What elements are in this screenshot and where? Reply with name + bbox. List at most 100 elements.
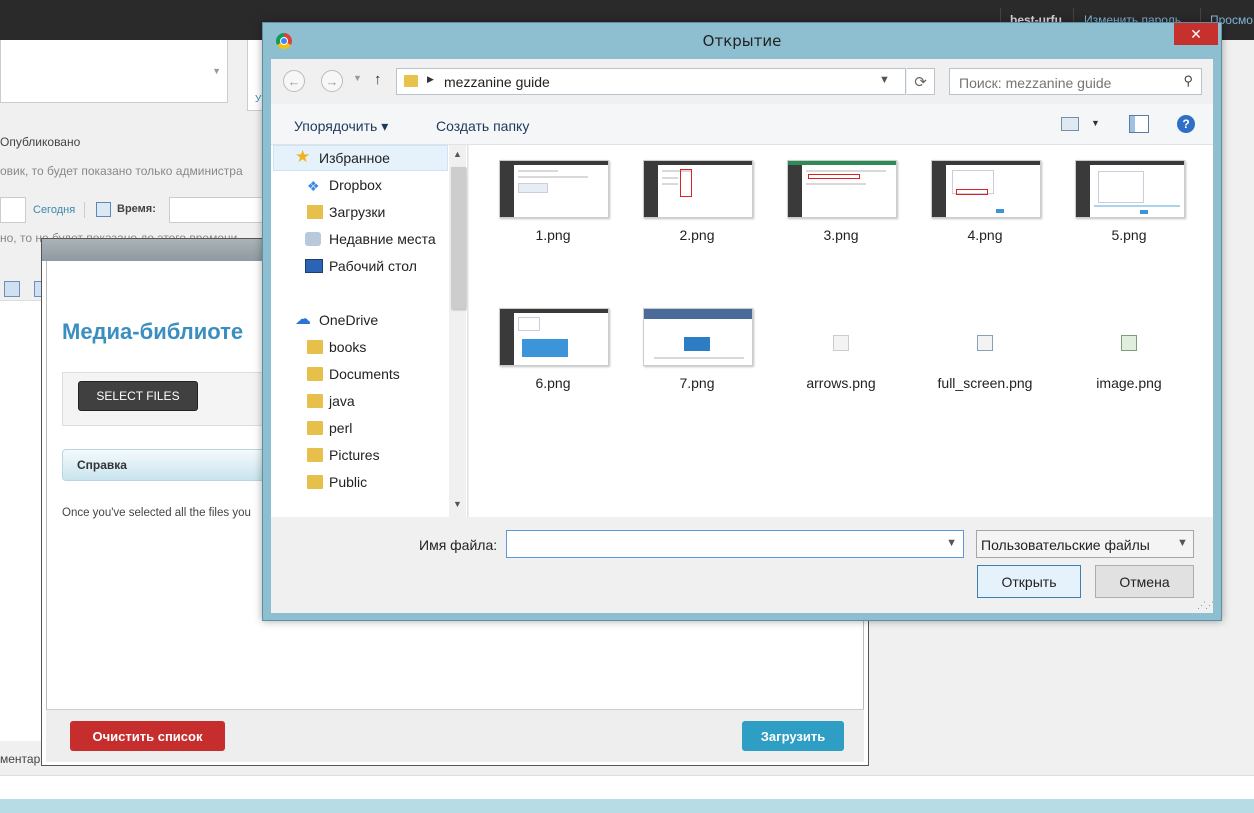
tree-item-favorites[interactable]: ★ Избранное bbox=[271, 145, 451, 172]
image-thumbnail bbox=[643, 160, 753, 218]
search-input[interactable] bbox=[950, 69, 1181, 96]
folder-icon bbox=[307, 394, 323, 408]
dropbox-icon: ❖ bbox=[307, 178, 320, 194]
filename-input[interactable] bbox=[507, 531, 941, 559]
tree-item-dropbox[interactable]: ❖ Dropbox bbox=[271, 172, 451, 199]
folder-icon bbox=[404, 75, 418, 87]
change-view-icon[interactable] bbox=[1061, 117, 1079, 131]
image-insert-icon[interactable] bbox=[4, 281, 20, 297]
tree-item-label: Documents bbox=[329, 366, 400, 382]
open-file-dialog: Открытие ✕ ← → ▼ ↑ ▶ mezzanine guide ▼ ⟳… bbox=[262, 22, 1222, 621]
address-path[interactable]: mezzanine guide bbox=[444, 74, 550, 90]
tree-item-onedrive[interactable]: ☁ OneDrive bbox=[271, 307, 451, 334]
chevron-down-icon[interactable]: ▼ bbox=[879, 74, 890, 86]
file-item[interactable]: full_screen.png bbox=[921, 293, 1049, 433]
back-arrow-icon[interactable]: ← bbox=[283, 70, 305, 92]
tree-item-pictures[interactable]: Pictures bbox=[271, 442, 451, 469]
breadcrumb-chevron-icon[interactable]: ▶ bbox=[427, 74, 434, 85]
tree-item-documents[interactable]: Documents bbox=[271, 361, 451, 388]
scroll-down-icon[interactable]: ▼ bbox=[453, 499, 462, 509]
up-arrow-icon[interactable]: ↑ bbox=[374, 71, 382, 88]
help-tab[interactable]: Справка bbox=[62, 449, 284, 481]
filetype-select[interactable]: Пользовательские файлы ▼ bbox=[976, 530, 1194, 558]
forward-arrow-icon[interactable]: → bbox=[321, 70, 343, 92]
recent-locations-icon[interactable]: ▼ bbox=[353, 73, 362, 83]
filename-combobox[interactable]: ▼ bbox=[506, 530, 964, 559]
help-icon[interactable]: ? bbox=[1177, 115, 1195, 133]
refresh-icon[interactable]: ⟳ bbox=[907, 68, 935, 95]
tree-item-label: Public bbox=[329, 474, 368, 490]
tree-item-label: java bbox=[329, 393, 355, 409]
tree-item-java[interactable]: java bbox=[271, 388, 451, 415]
calendar-icon[interactable] bbox=[96, 202, 111, 217]
tree-item-label: Pictures bbox=[329, 447, 380, 463]
file-list: 1.png 2.png 3.png 4.png 5.png 6.png 7.pn… bbox=[469, 145, 1213, 517]
downloads-icon bbox=[307, 205, 323, 219]
open-button[interactable]: Открыть bbox=[977, 565, 1081, 598]
desktop-icon bbox=[305, 259, 323, 273]
tree-item-label: OneDrive bbox=[319, 312, 379, 328]
upload-button[interactable]: Загрузить bbox=[742, 721, 844, 751]
file-item[interactable]: image.png bbox=[1065, 293, 1193, 433]
file-item[interactable]: 1.png bbox=[489, 145, 617, 285]
file-item[interactable]: 2.png bbox=[633, 145, 761, 285]
file-name: 5.png bbox=[1111, 227, 1147, 243]
file-item[interactable]: 6.png bbox=[489, 293, 617, 433]
file-name: full_screen.png bbox=[937, 375, 1033, 391]
tree-item-label: Рабочий стол bbox=[329, 258, 417, 274]
star-icon: ★ bbox=[295, 147, 311, 166]
tree-item-label: Dropbox bbox=[329, 177, 382, 193]
scroll-up-icon[interactable]: ▲ bbox=[453, 149, 462, 159]
tree-item-public[interactable]: Public bbox=[271, 469, 451, 496]
date-input[interactable] bbox=[0, 197, 26, 223]
folder-icon bbox=[307, 367, 323, 381]
file-name: image.png bbox=[1096, 375, 1162, 391]
view-options-chevron-icon[interactable]: ▼ bbox=[1091, 118, 1100, 128]
image-thumbnail bbox=[499, 308, 609, 366]
tree-item-books[interactable]: books bbox=[271, 334, 451, 361]
resize-grip-icon[interactable]: ⋰⋰ bbox=[1197, 600, 1214, 611]
file-item[interactable]: 4.png bbox=[921, 145, 1049, 285]
image-thumbnail bbox=[787, 160, 897, 218]
time-label: Время: bbox=[117, 203, 156, 215]
tree-item-desktop[interactable]: Рабочий стол bbox=[271, 253, 451, 280]
tree-item-downloads[interactable]: Загрузки bbox=[271, 199, 451, 226]
file-item[interactable]: 3.png bbox=[777, 145, 905, 285]
resize-arrow-icon: ▼ bbox=[212, 66, 221, 76]
tree-item-perl[interactable]: perl bbox=[271, 415, 451, 442]
cancel-button[interactable]: Отмена bbox=[1095, 565, 1194, 598]
file-item[interactable]: arrows.png bbox=[777, 293, 905, 433]
file-name: 2.png bbox=[679, 227, 715, 243]
file-item[interactable]: 7.png bbox=[633, 293, 761, 433]
filename-label: Имя файла: bbox=[419, 537, 498, 553]
today-link[interactable]: Сегодня bbox=[33, 204, 75, 216]
upload-instructions: Once you've selected all the files you bbox=[62, 507, 251, 519]
organize-menu[interactable]: Упорядочить ▾ bbox=[294, 118, 388, 135]
chevron-down-icon[interactable]: ▼ bbox=[946, 537, 957, 549]
search-icon[interactable]: ⚲ bbox=[1183, 73, 1193, 89]
image-file-icon bbox=[833, 335, 849, 351]
folder-icon bbox=[307, 421, 323, 435]
comment-label: ментар bbox=[0, 752, 41, 766]
content-textarea[interactable]: ▼ bbox=[0, 40, 228, 103]
dialog-titlebar[interactable]: Открытие ✕ bbox=[263, 23, 1221, 59]
address-bar[interactable]: ▶ mezzanine guide ▼ bbox=[396, 68, 906, 95]
time-input[interactable] bbox=[169, 197, 265, 223]
tree-item-recent-places[interactable]: Недавние места bbox=[271, 226, 451, 253]
preview-pane-icon[interactable] bbox=[1129, 115, 1149, 133]
close-button[interactable]: ✕ bbox=[1174, 23, 1218, 45]
draft-hint-text: овик, то будет показано только администр… bbox=[0, 164, 243, 178]
select-files-button[interactable]: SELECT FILES bbox=[78, 381, 198, 411]
chevron-down-icon: ▼ bbox=[1177, 537, 1188, 549]
scrollbar-thumb[interactable] bbox=[451, 167, 466, 309]
file-name: 6.png bbox=[535, 375, 571, 391]
new-folder-button[interactable]: Создать папку bbox=[436, 118, 529, 134]
file-item[interactable]: 5.png bbox=[1065, 145, 1193, 285]
editor-area[interactable] bbox=[0, 300, 42, 741]
tree-scrollbar[interactable]: ▲ ▼ bbox=[449, 145, 466, 517]
clear-list-button[interactable]: Очистить список bbox=[70, 721, 225, 751]
side-panel-label: У bbox=[255, 94, 262, 105]
dialog-body: ← → ▼ ↑ ▶ mezzanine guide ▼ ⟳ ⚲ Упорядоч… bbox=[271, 59, 1214, 613]
search-box[interactable]: ⚲ bbox=[949, 68, 1202, 96]
image-thumbnail bbox=[1075, 160, 1185, 218]
